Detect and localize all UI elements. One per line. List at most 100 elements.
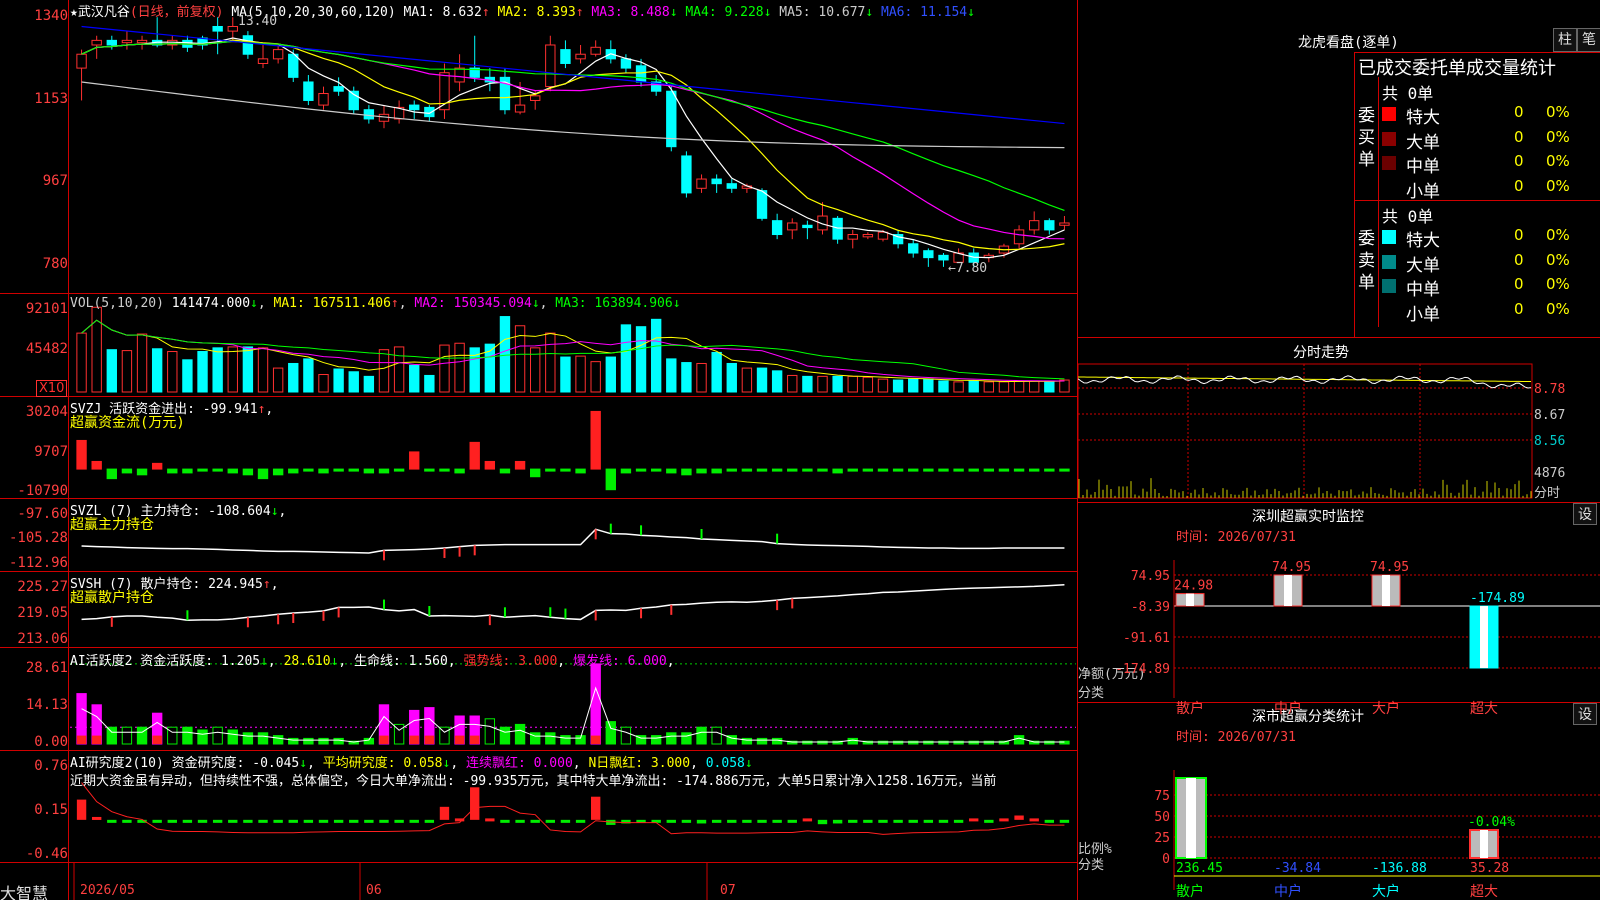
fund-flow-bar	[787, 468, 798, 472]
activity-bar	[303, 737, 314, 745]
volume-bar	[923, 378, 934, 393]
research-bar	[878, 819, 888, 823]
research-bar	[832, 819, 843, 824]
volume-bar	[802, 375, 813, 393]
sz-category-label: 中户	[1274, 700, 1302, 717]
candle-body	[1013, 229, 1025, 245]
volume-bar	[983, 381, 995, 393]
research-bar	[681, 819, 692, 823]
activity-bar	[681, 732, 692, 745]
research-bar	[984, 819, 994, 823]
research-bar	[802, 818, 813, 822]
ma1-label: MA1: 8.632	[403, 5, 482, 20]
sz-bar-highlight	[1480, 606, 1488, 668]
low-mark: ←7.80	[948, 261, 988, 276]
high-mark: 13.40	[238, 14, 278, 29]
ma-line	[81, 37, 1065, 259]
fund-flow-bar	[363, 468, 375, 474]
sz-category-label: 超大	[1470, 701, 1498, 717]
volume-bar	[378, 349, 390, 393]
candle-body	[771, 220, 783, 236]
candle-body	[802, 224, 813, 229]
fund-flow-bar	[892, 468, 904, 472]
fund-flow-bar	[620, 468, 632, 474]
ma6-label: MA6: 11.154	[881, 5, 968, 20]
candle-body	[862, 234, 874, 238]
fund-flow-bar	[272, 468, 284, 476]
candle-body	[212, 25, 223, 32]
activity-bar	[771, 737, 783, 745]
research-bar	[212, 819, 223, 823]
sz-axis-label: -91.61	[1123, 631, 1170, 646]
research-bar	[485, 818, 495, 822]
activity-bar	[1013, 735, 1025, 745]
volume-bar	[560, 356, 571, 393]
volume-bar	[1029, 380, 1040, 393]
research-bar	[197, 819, 208, 823]
volume-bar	[832, 375, 843, 393]
research-bar	[228, 819, 238, 823]
fund-flow-bar	[605, 468, 616, 491]
volume-bar	[620, 324, 632, 393]
fund-flow-bar	[545, 468, 556, 472]
activity-base-bar	[91, 735, 102, 744]
volume-bar	[439, 344, 450, 393]
ss-value-label: 236.45	[1176, 861, 1223, 876]
ma2-label: MA2: 8.393	[497, 5, 576, 20]
fund-flow-bar	[454, 468, 465, 474]
fund-flow-bar	[484, 460, 496, 470]
volume-bar	[409, 364, 420, 393]
sz-axis-label: -174.89	[1115, 662, 1170, 677]
candle-body	[696, 178, 707, 189]
research-bar	[1014, 815, 1024, 820]
ai2-comment: 近期大资金虽有异动，但持续性不强，总体偏空，今日大单净流出: -99.935万元…	[70, 774, 997, 789]
volume-bar	[817, 375, 828, 393]
fund-flow-bar	[197, 468, 208, 472]
research-bar	[938, 819, 949, 823]
candle-body	[711, 178, 722, 185]
ai2-title: AI研究度2(10) 资金研究度: -0.045↓, 平均研究度: 0.058↓…	[70, 756, 753, 771]
sz-value-label: -174.89	[1470, 591, 1525, 606]
candle-body	[106, 39, 117, 46]
sz-axis-label: -8.39	[1131, 600, 1170, 615]
research-bar	[1029, 818, 1039, 822]
activity-bar	[212, 726, 223, 745]
fund-flow-bar	[681, 468, 692, 476]
ai1-title: AI活跃度2 资金活跃度: 1.205↓, 28.610↓, 生命线: 1.56…	[70, 654, 675, 669]
activity-base-bar	[590, 735, 601, 744]
ss-category-label: 散户	[1176, 883, 1204, 900]
svzj-axis-label: 30204	[25, 404, 68, 420]
research-bar	[863, 819, 873, 823]
volume-bar	[227, 346, 238, 393]
volume-bar	[938, 380, 949, 393]
activity-bar	[545, 732, 556, 745]
research-bar	[122, 819, 132, 823]
ss-bar-highlight	[1186, 778, 1196, 858]
volume-bar	[454, 342, 465, 393]
candle-body	[514, 104, 526, 113]
volume-bar	[862, 376, 874, 393]
research-bar	[288, 819, 298, 823]
activity-bar	[696, 726, 707, 745]
stock-terminal: { "stock":{"name":"武汉凡谷","mode":"(日线，前复权…	[0, 0, 1600, 900]
research-bar	[76, 799, 87, 820]
research-bar	[545, 819, 556, 823]
activity-bar	[560, 735, 571, 745]
volume-bar	[288, 362, 299, 393]
activity-base-bar	[454, 735, 465, 744]
research-bar	[757, 819, 767, 823]
svzj-axis-label: -10790	[17, 483, 68, 499]
ss-category-label: 中户	[1274, 883, 1302, 900]
fund-flow-bar	[227, 468, 238, 474]
research-bar	[666, 819, 676, 823]
ss-axis-label: 50	[1154, 810, 1170, 825]
activity-bar	[650, 735, 662, 745]
activity-bar	[605, 721, 616, 745]
fund-flow-bar	[953, 468, 964, 472]
fund-flow-bar	[136, 468, 148, 476]
chart-title-bar: ★武汉凡谷(日线，前复权) MA(5,10,20,30,60,120) MA1:…	[70, 5, 975, 20]
candle-body	[303, 81, 314, 101]
volume-bar	[106, 349, 117, 393]
fund-flow-bar	[514, 460, 526, 470]
svsh-axis-label: 219.05	[17, 605, 68, 621]
